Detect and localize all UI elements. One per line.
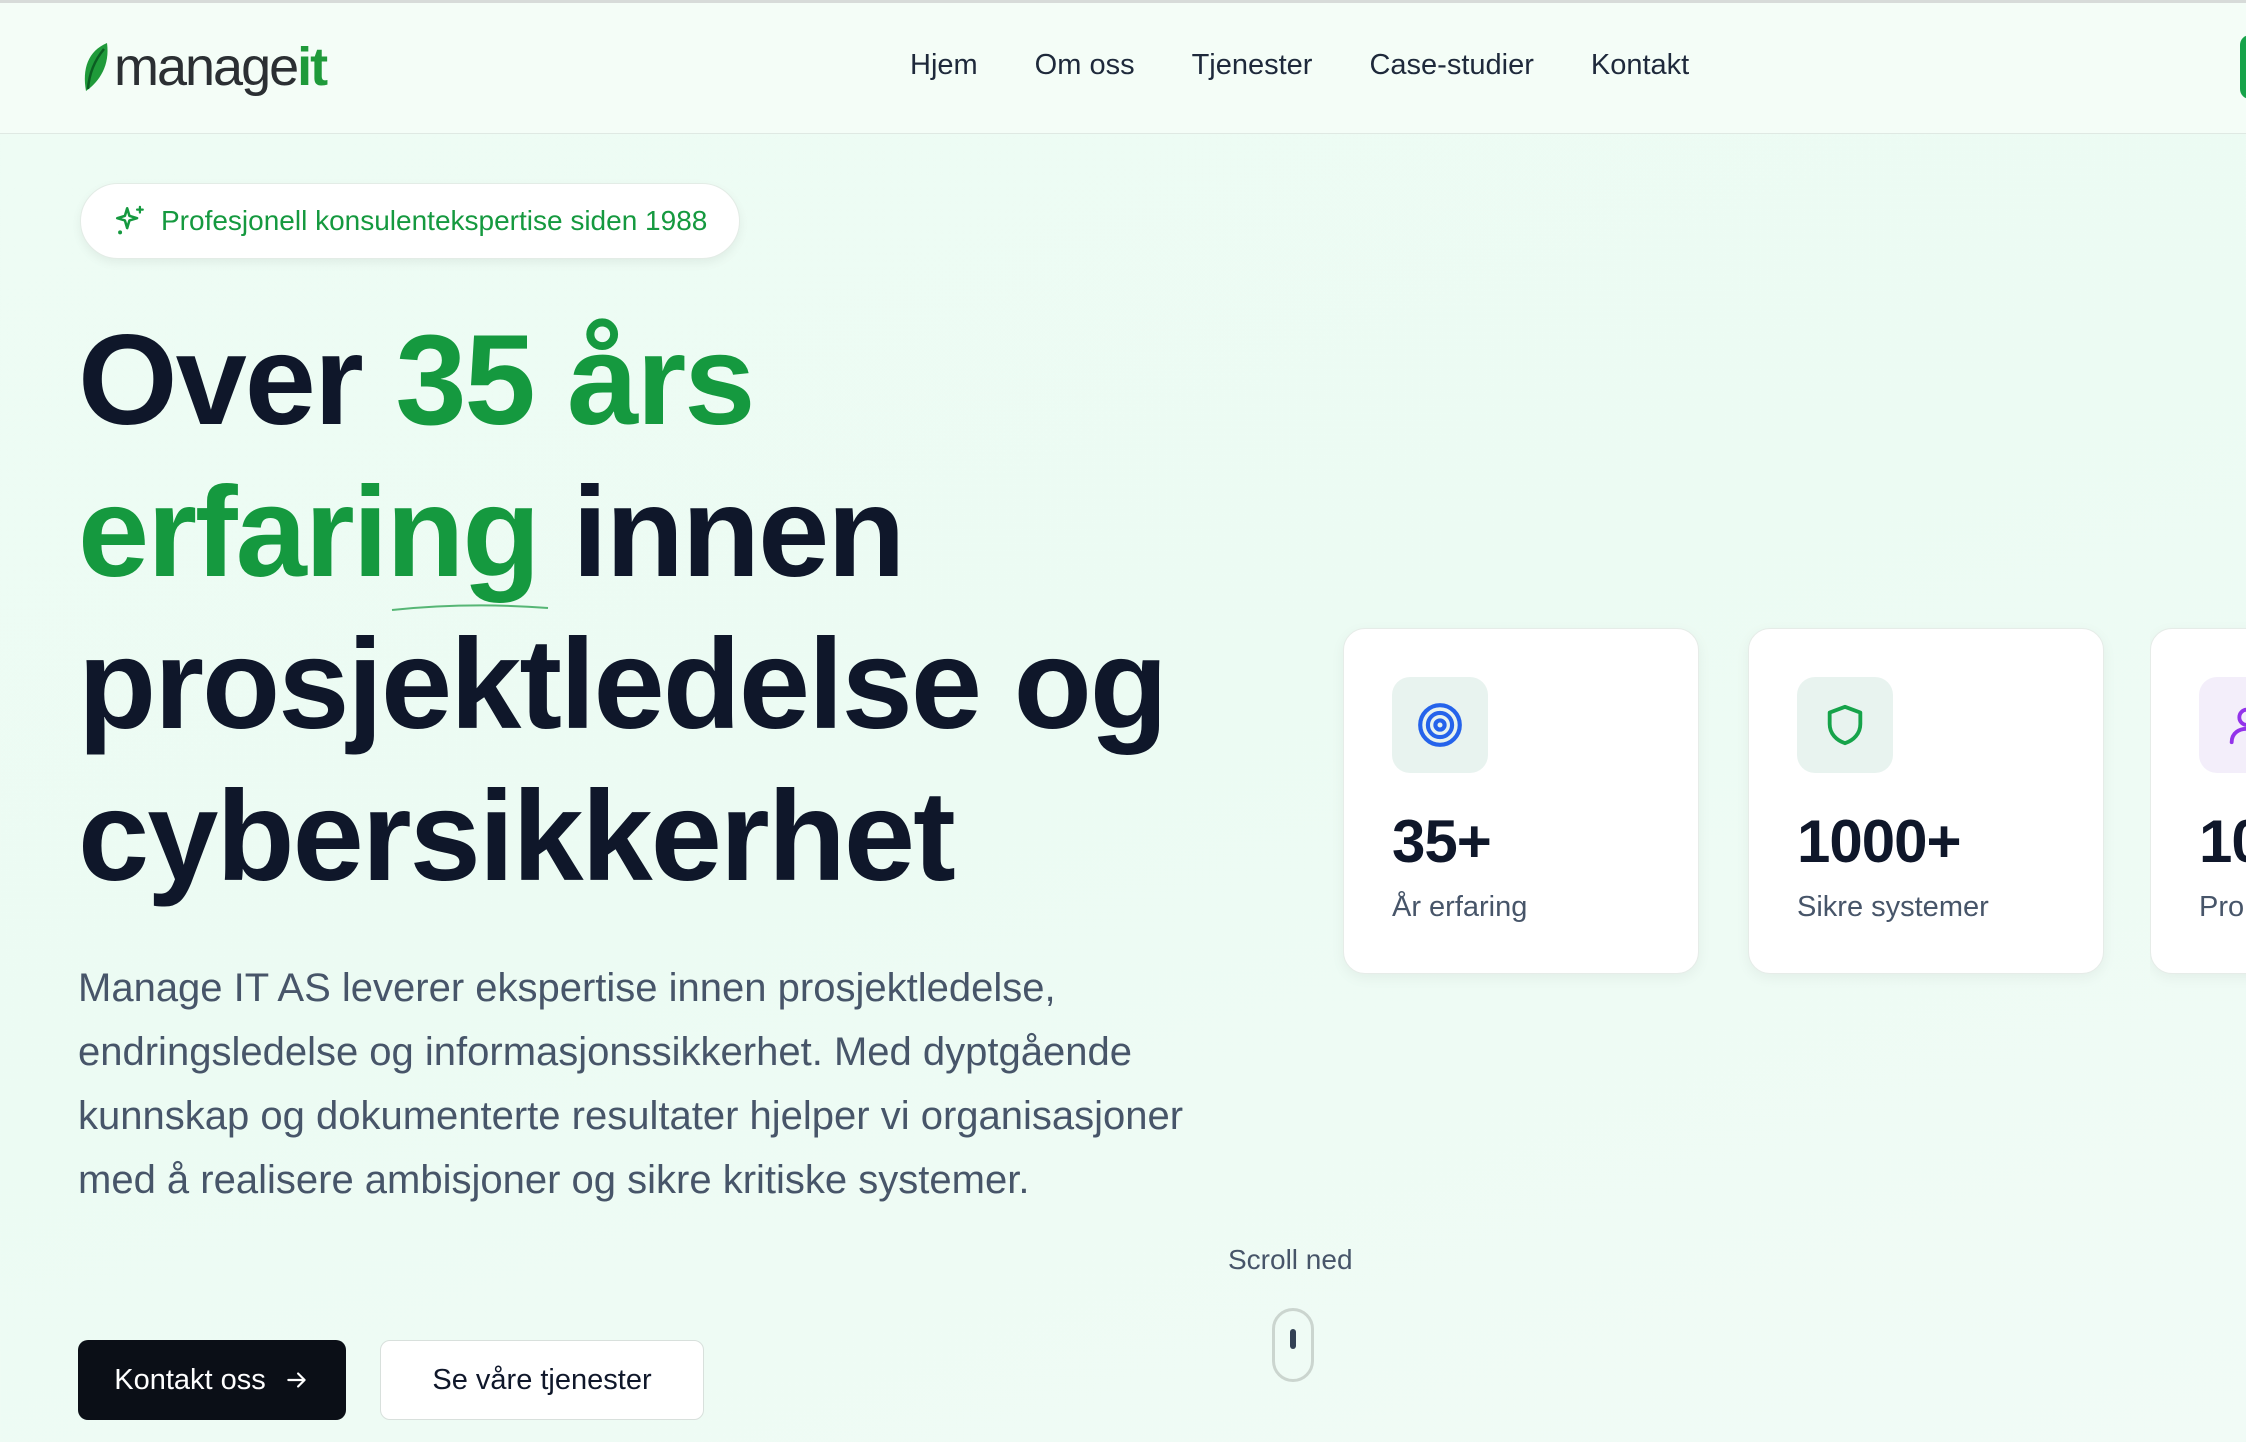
arrow-right-icon xyxy=(287,1372,306,1388)
title-highlight-years: 35 års xyxy=(395,309,755,452)
contact-us-button[interactable]: Kontakt oss xyxy=(78,1340,346,1420)
stat-label: År erfaring xyxy=(1392,891,1528,923)
stat-value: 1000+ xyxy=(1797,808,1962,875)
nav-link-kontakt[interactable]: Kontakt xyxy=(1591,49,1689,82)
stat-label: Pro xyxy=(2199,891,2245,923)
logo-text-it: it xyxy=(297,37,328,97)
badge-text: Profesjonell konsulentekspertise siden 1… xyxy=(161,205,708,236)
main-nav: Hjem Om oss Tjenester Case-studier Konta… xyxy=(910,49,1689,82)
nav-link-om-oss[interactable]: Om oss xyxy=(1035,49,1135,82)
see-services-button[interactable]: Se våre tjenester xyxy=(380,1340,704,1420)
hero-description: Manage IT AS leverer ekspertise innen pr… xyxy=(78,966,1184,1202)
scroll-down-label: Scroll ned xyxy=(1228,1244,1353,1275)
title-part-over: Over xyxy=(78,309,396,452)
top-navigation-bar: manageit Hjem Om oss Tjenester Case-stud… xyxy=(0,0,2246,134)
leaf-logo-icon xyxy=(84,43,108,91)
stat-value: 10 xyxy=(2199,808,2246,875)
mouse-wheel xyxy=(1290,1329,1296,1349)
stat-icon-box xyxy=(1797,677,1893,773)
stat-card-projects: 10 Pro xyxy=(2150,628,2246,974)
nav-link-tjenester[interactable]: Tjenester xyxy=(1192,49,1313,82)
stat-icon-box xyxy=(1392,677,1488,773)
manageit-logo[interactable]: manageit xyxy=(80,37,328,97)
nav-link-case-studier[interactable]: Case-studier xyxy=(1369,49,1533,82)
target-icon xyxy=(1418,703,1462,747)
stat-value: 35+ xyxy=(1392,808,1492,875)
title-underline-decoration xyxy=(391,604,549,611)
header-cta-button-edge[interactable] xyxy=(2240,35,2246,99)
title-highlight-experience: erfaring xyxy=(78,461,541,604)
stat-card-systems: 1000+ Sikre systemer xyxy=(1748,628,2104,974)
experience-badge: Profesjonell konsulentekspertise siden 1… xyxy=(80,183,741,259)
hero-heading: Over 35 års erfaring innen prosjektledels… xyxy=(78,305,1278,913)
stat-label: Sikre systemer xyxy=(1797,891,1989,923)
contact-us-label: Kontakt oss xyxy=(114,1363,266,1396)
logo-wordmark: manageit xyxy=(114,37,328,97)
user-icon xyxy=(2229,707,2246,745)
stat-card-experience: 35+ År erfaring xyxy=(1343,628,1699,974)
stat-icon-box xyxy=(2199,677,2246,773)
nav-link-hjem[interactable]: Hjem xyxy=(910,49,978,82)
stat-card-clip: 10 Pro xyxy=(2150,620,2246,990)
sparkles-icon xyxy=(115,205,144,235)
logo-text-manage: manage xyxy=(114,37,299,97)
shield-icon xyxy=(1827,704,1863,746)
scroll-mouse-icon[interactable] xyxy=(1272,1308,1314,1382)
